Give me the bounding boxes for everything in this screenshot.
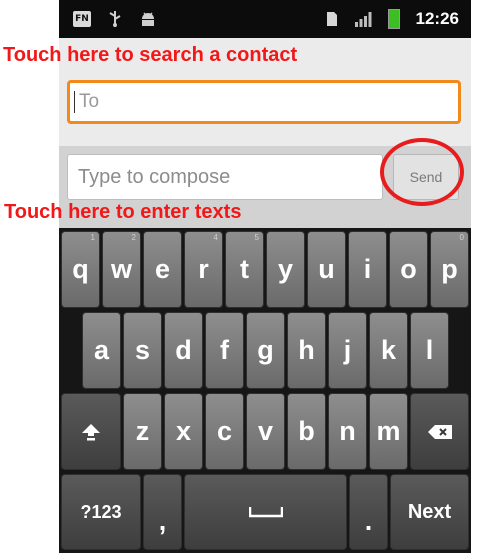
key-label: h [298,335,315,365]
compose-input[interactable] [68,164,382,190]
key-label: k [380,335,397,365]
signal-icon [354,12,372,27]
shift-icon [82,423,100,440]
key-p[interactable]: 0 p [430,231,469,308]
key-label: j [343,335,352,365]
key-label: x [175,416,192,446]
shift-key[interactable] [61,393,121,470]
key-label: t [240,254,249,284]
key-label: e [154,254,171,284]
key-j[interactable]: j [328,312,367,389]
status-bar: FN 12:26 [59,0,471,38]
delete-key[interactable] [410,393,469,470]
key-label: z [135,416,150,446]
key-k[interactable]: k [369,312,408,389]
key-q[interactable]: 1 q [61,231,100,308]
key-label: u [318,254,335,284]
key-l[interactable]: l [410,312,449,389]
key-label: n [339,416,356,446]
key-hint: 2 [131,233,136,242]
comma-key[interactable]: , [143,474,182,550]
key-u[interactable]: u [307,231,346,308]
usb-icon [109,11,121,27]
key-d[interactable]: d [164,312,203,389]
key-b[interactable]: b [287,393,326,470]
sim-icon [326,12,337,26]
key-n[interactable]: n [328,393,367,470]
symbols-key[interactable]: ?123 [61,474,141,550]
battery-icon [387,9,400,29]
key-h[interactable]: h [287,312,326,389]
phone-screen: FN 12:26 To Type to compose Send 1 q 2 w… [59,0,471,553]
key-label: b [298,416,315,446]
key-z[interactable]: z [123,393,162,470]
key-a[interactable]: a [82,312,121,389]
key-label: f [220,335,229,365]
key-e[interactable]: e [143,231,182,308]
key-hint: 4 [213,233,218,242]
key-c[interactable]: c [205,393,244,470]
key-f[interactable]: f [205,312,244,389]
key-r[interactable]: 4 r [184,231,223,308]
key-label: q [72,254,89,284]
key-t[interactable]: 5 t [225,231,264,308]
search-contact-annotation: Touch here to search a contact [3,44,298,66]
key-label: w [110,254,132,284]
space-key[interactable] [184,474,347,550]
key-label: y [277,254,294,284]
key-label: i [363,254,372,284]
key-label: g [257,335,274,365]
key-s[interactable]: s [123,312,162,389]
key-v[interactable]: v [246,393,285,470]
status-time: 12:26 [415,9,459,28]
next-key[interactable]: Next [390,474,469,550]
space-icon [248,507,283,518]
send-button[interactable]: Send [393,154,459,200]
soft-keyboard: 1 q 2 w e 4 r 5 t y u i o 0 p a s d f g … [59,228,471,553]
key-label: a [93,335,110,365]
key-label: m [376,416,401,446]
key-w[interactable]: 2 w [102,231,141,308]
key-i[interactable]: i [348,231,387,308]
key-label: v [257,416,274,446]
period-key[interactable]: . [349,474,388,550]
key-label: p [441,254,458,284]
key-hint: 1 [90,233,95,242]
key-hint: 5 [254,233,259,242]
key-label: c [216,416,233,446]
key-label: s [134,335,151,365]
key-label: o [400,254,417,284]
backspace-icon [427,424,452,439]
status-bar-right: 12:26 [326,9,459,29]
key-x[interactable]: x [164,393,203,470]
key-label: l [425,335,434,365]
to-input[interactable] [75,91,458,113]
key-hint: 0 [459,233,464,242]
android-debug-icon [142,12,154,26]
key-label: r [198,254,209,284]
status-bar-left: FN [73,10,157,28]
to-field[interactable] [67,80,461,124]
fn-icon: FN [73,11,91,27]
key-g[interactable]: g [246,312,285,389]
key-label: d [175,335,192,365]
key-o[interactable]: o [389,231,428,308]
enter-texts-annotation: Touch here to enter texts [4,201,242,223]
compose-field[interactable] [67,154,383,200]
key-y[interactable]: y [266,231,305,308]
key-m[interactable]: m [369,393,408,470]
